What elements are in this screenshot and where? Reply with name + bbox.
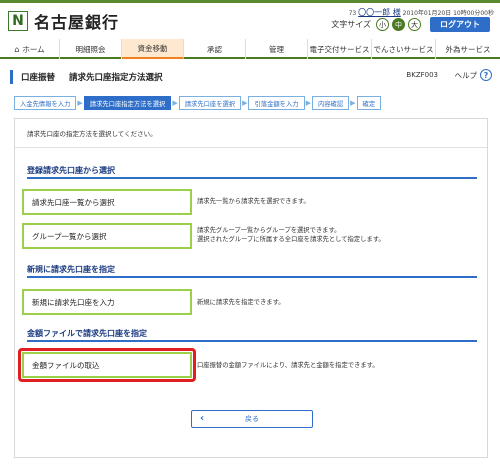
section-rule: [27, 340, 477, 342]
step-4: 引落金額を入力: [248, 96, 305, 110]
user-prefix: 73: [348, 10, 357, 17]
description-line: 請求先グループ一覧からグループを選択できます。: [197, 227, 341, 234]
step-6: 確定: [356, 96, 382, 110]
font-size-label: 文字サイズ: [331, 20, 371, 29]
nav-home[interactable]: ⌂ ホーム: [0, 39, 60, 59]
description-line: 新規に請求先を指定できます。: [197, 299, 285, 306]
page-title: 請求先口座指定方法選択: [69, 73, 163, 83]
description-line: 請求先一覧から請求先を選択できます。: [197, 198, 310, 205]
help-link[interactable]: ヘルプ ?: [454, 69, 492, 81]
enter-new-account-button[interactable]: 新規に請求先口座を入力: [22, 289, 192, 315]
logo-icon: N: [8, 11, 28, 31]
nav-label: 外為サービス: [445, 44, 491, 54]
description-line: 選択されたグループに所属する全口座を請求先として指定します。: [197, 236, 385, 243]
step-5: 内容確認: [311, 96, 350, 110]
back-label: 戻る: [245, 415, 259, 423]
nav-label: 電子交付サービス: [309, 44, 370, 54]
font-large-button[interactable]: 大: [408, 18, 421, 31]
user-name[interactable]: 〇〇一郎 様: [358, 8, 401, 17]
option-description: 口座振替の金額ファイルにより、請求先と金額を指定できます。: [197, 361, 379, 370]
page-category: 口座振替: [21, 73, 56, 83]
select-from-group-button[interactable]: グループ一覧から選択: [22, 223, 192, 249]
option-description: 新規に請求先を指定できます。: [197, 298, 285, 307]
step-3: 請求先口座を選択: [178, 96, 242, 110]
instruction-text: 請求先口座の指定方法を選択してください。: [27, 130, 157, 138]
content-panel: 請求先口座の指定方法を選択してください。 登録請求先口座から選択 請求先口座一覧…: [14, 118, 488, 458]
section-heading-file: 金額ファイルで請求先口座を指定: [27, 329, 147, 338]
section-heading-registered: 登録請求先口座から選択: [27, 166, 115, 175]
screen-id: BKZF003: [406, 71, 438, 79]
divider: [15, 147, 487, 148]
home-icon: ⌂: [14, 44, 20, 54]
nav-funds-transfer[interactable]: 資金移動: [122, 39, 184, 59]
option-description: 請求先グループ一覧からグループを選択できます。 選択されたグループに所属する全口…: [197, 226, 385, 244]
bank-logo[interactable]: N 名古屋銀行: [8, 9, 119, 33]
logout-button[interactable]: ログアウト: [430, 17, 490, 32]
nav-label: でんさいサービス: [373, 44, 434, 54]
font-small-button[interactable]: 小: [376, 18, 389, 31]
header: N 名古屋銀行 73 〇〇一郎 様 2010年01月20日 10時00分00秒 …: [0, 0, 500, 36]
global-nav: ⌂ ホーム 明細照会 資金移動 承認 管理 電子交付サービス でんさいサービス …: [0, 39, 500, 59]
title-accent: [10, 70, 13, 84]
nav-approval[interactable]: 承認: [184, 39, 246, 59]
section-rule: [27, 276, 477, 278]
nav-management[interactable]: 管理: [246, 39, 308, 59]
step-1: 入金先情報を入力: [14, 96, 77, 110]
nav-label: 承認: [207, 44, 222, 54]
help-icon: ?: [480, 69, 492, 81]
nav-statements[interactable]: 明細照会: [60, 39, 122, 59]
select-from-list-button[interactable]: 請求先口座一覧から選択: [22, 189, 192, 215]
nav-label: 管理: [269, 44, 284, 54]
chevron-left-icon: ‹: [200, 413, 205, 424]
step-arrow-icon: ▶: [172, 99, 178, 107]
progress-steps: 入金先情報を入力 ▶ 請求先口座指定方法を選択 ▶ 請求先口座を選択 ▶ 引落金…: [14, 96, 382, 110]
description-line: 口座振替の金額ファイルにより、請求先と金額を指定できます。: [197, 362, 379, 369]
import-amount-file-button[interactable]: 金額ファイルの取込: [22, 352, 192, 378]
nav-densai[interactable]: でんさいサービス: [372, 39, 436, 59]
datetime: 2010年01月20日 10時00分00秒: [402, 10, 494, 17]
section-rule: [27, 177, 477, 179]
back-button[interactable]: ‹ 戻る: [191, 410, 313, 428]
font-size-controls: 文字サイズ 小 中 大 ログアウト: [331, 17, 490, 32]
step-arrow-icon: ▶: [350, 99, 356, 107]
bank-name: 名古屋銀行: [34, 13, 120, 32]
help-label: ヘルプ: [454, 70, 478, 80]
font-medium-button[interactable]: 中: [392, 18, 405, 31]
step-arrow-icon: ▶: [242, 99, 248, 107]
page-title-bar: 口座振替 請求先口座指定方法選択 BKZF003 ヘルプ ?: [10, 68, 492, 86]
nav-label: 明細照会: [75, 44, 106, 54]
step-2: 請求先口座指定方法を選択: [83, 96, 172, 110]
section-heading-new: 新規に請求先口座を指定: [27, 265, 115, 274]
nav-label: ホーム: [22, 44, 45, 54]
nav-e-delivery[interactable]: 電子交付サービス: [308, 39, 372, 59]
nav-label: 資金移動: [137, 43, 168, 53]
nav-forex[interactable]: 外為サービス: [436, 39, 500, 59]
step-arrow-icon: ▶: [305, 99, 311, 107]
step-arrow-icon: ▶: [77, 99, 83, 107]
option-description: 請求先一覧から請求先を選択できます。: [197, 197, 310, 206]
